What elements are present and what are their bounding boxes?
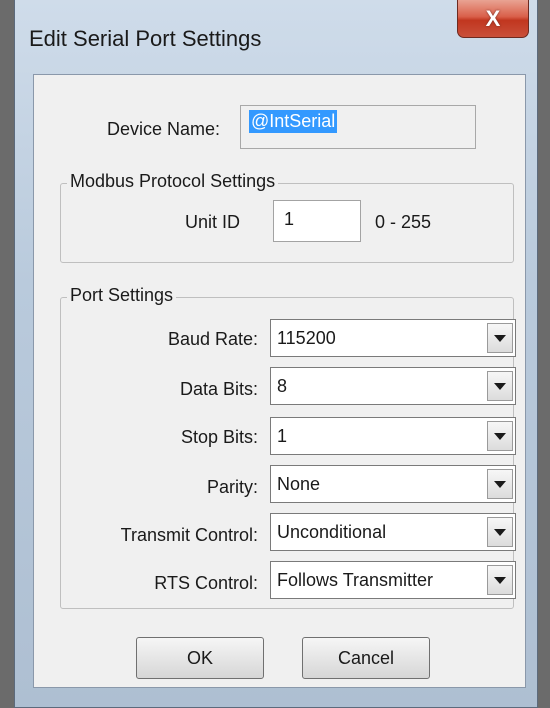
baud-rate-dropdown-button[interactable] — [487, 323, 513, 353]
dialog-title: Edit Serial Port Settings — [29, 26, 262, 51]
unit-id-label: Unit ID — [185, 212, 241, 232]
unit-id-range: 0 - 255 — [375, 212, 432, 232]
transmit-control-label: Transmit Control: — [120, 525, 258, 545]
transmit-control-select[interactable]: Unconditional — [270, 513, 516, 551]
cancel-button[interactable]: Cancel — [302, 637, 430, 679]
stop-bits-dropdown-button[interactable] — [487, 421, 513, 451]
parity-dropdown-button[interactable] — [487, 469, 513, 499]
transmit-control-value: Unconditional — [277, 522, 387, 542]
edit-serial-port-dialog: Edit Serial Port Settings X Device Name:… — [14, 0, 538, 708]
title-bar[interactable]: Edit Serial Port Settings X — [15, 0, 537, 74]
rts-control-label: RTS Control: — [154, 573, 258, 593]
rts-control-dropdown-button[interactable] — [487, 565, 513, 595]
close-icon: X — [485, 5, 501, 31]
data-bits-label: Data Bits: — [179, 379, 258, 399]
stop-bits-select[interactable]: 1 — [270, 417, 516, 455]
unit-id-input[interactable]: 1 — [273, 200, 361, 242]
modbus-settings-legend: Modbus Protocol Settings — [67, 171, 279, 192]
baud-rate-select[interactable]: 115200 — [270, 319, 516, 357]
device-name-label: Device Name: — [106, 119, 220, 139]
modbus-settings-group: Modbus Protocol Settings Unit ID 1 0 - 2… — [60, 171, 514, 263]
unit-id-value: 1 — [284, 209, 295, 229]
chevron-down-icon — [494, 433, 506, 440]
baud-rate-label: Baud Rate: — [167, 329, 258, 349]
data-bits-select[interactable]: 8 — [270, 367, 516, 405]
device-name-value: @IntSerial — [249, 110, 338, 133]
stop-bits-value: 1 — [277, 426, 288, 446]
stop-bits-label: Stop Bits: — [180, 427, 258, 447]
port-settings-legend: Port Settings — [67, 285, 177, 306]
baud-rate-value: 115200 — [277, 328, 336, 348]
device-name-field[interactable]: @IntSerial — [240, 105, 476, 149]
parity-label: Parity: — [206, 477, 258, 497]
chevron-down-icon — [494, 335, 506, 342]
close-button[interactable]: X — [457, 0, 529, 38]
rts-control-value: Follows Transmitter — [277, 570, 434, 590]
parity-value: None — [277, 474, 321, 494]
chevron-down-icon — [494, 577, 506, 584]
data-bits-value: 8 — [277, 376, 288, 396]
data-bits-dropdown-button[interactable] — [487, 371, 513, 401]
transmit-control-dropdown-button[interactable] — [487, 517, 513, 547]
parity-select[interactable]: None — [270, 465, 516, 503]
ok-button[interactable]: OK — [136, 637, 264, 679]
rts-control-select[interactable]: Follows Transmitter — [270, 561, 516, 599]
chevron-down-icon — [494, 481, 506, 488]
dialog-client-area: Device Name: @IntSerial Modbus Protocol … — [33, 74, 526, 688]
chevron-down-icon — [494, 529, 506, 536]
chevron-down-icon — [494, 383, 506, 390]
